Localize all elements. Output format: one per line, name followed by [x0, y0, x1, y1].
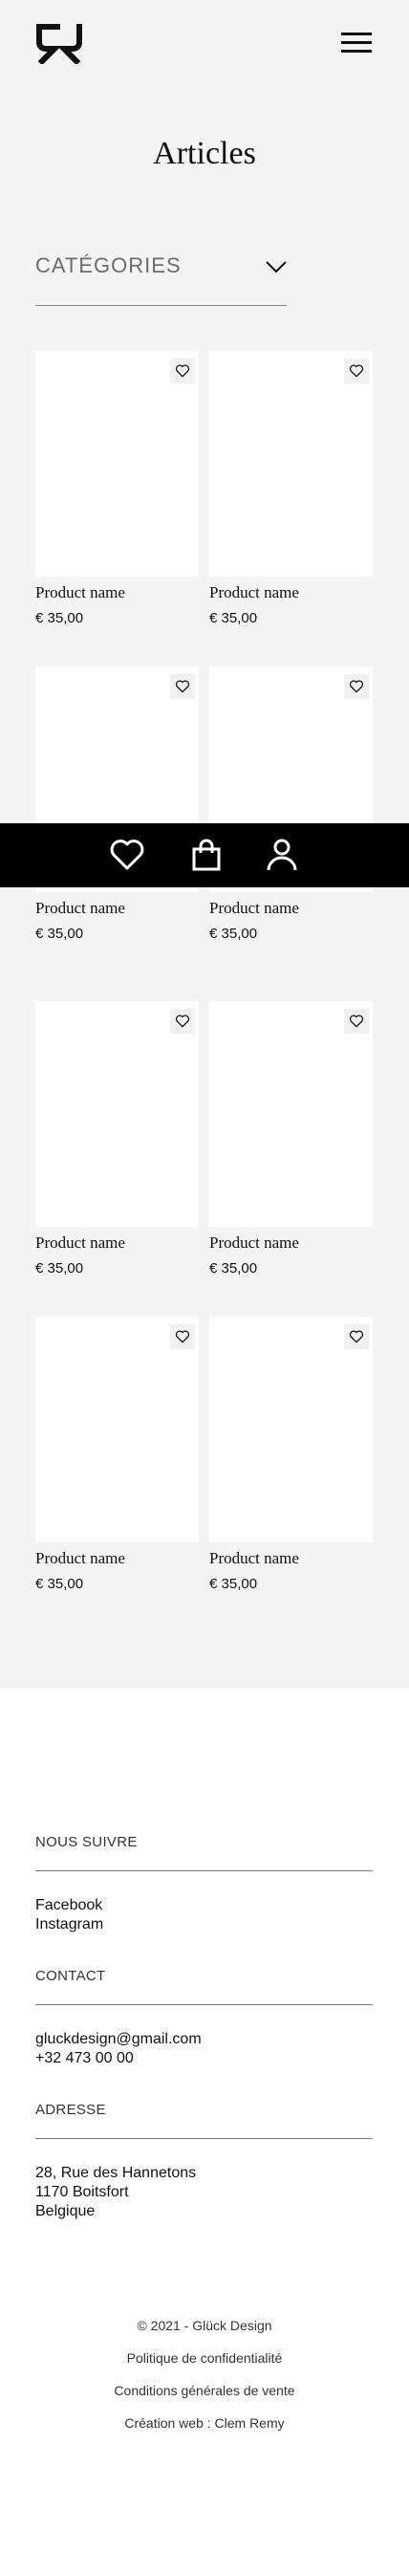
copyright: © 2021 - Glück Design: [137, 2318, 272, 2333]
favorite-button[interactable]: [344, 1324, 369, 1349]
heart-icon: [349, 680, 364, 693]
divider: [35, 2004, 373, 2005]
product-name[interactable]: Product name: [209, 1549, 299, 1568]
product-price: € 35,00: [35, 926, 84, 942]
heart-icon: [349, 1330, 364, 1343]
product-price: € 35,00: [35, 1260, 84, 1277]
favorite-button[interactable]: [344, 1009, 369, 1034]
menu-line: [341, 41, 372, 44]
page-title: Articles: [153, 136, 256, 171]
user-icon[interactable]: [266, 838, 298, 872]
product-image[interactable]: [209, 1317, 373, 1542]
favorite-button[interactable]: [344, 674, 369, 699]
categories-dropdown[interactable]: CATÉGORIES: [35, 251, 287, 306]
heart-icon: [349, 1015, 364, 1028]
bottom-nav-bar: [0, 823, 409, 887]
product-name[interactable]: Product name: [35, 1233, 125, 1253]
menu-line: [341, 50, 372, 53]
menu-line: [341, 33, 372, 35]
menu-button[interactable]: [339, 28, 374, 56]
email-link[interactable]: gluckdesign@gmail.com: [35, 2030, 202, 2049]
product-image[interactable]: [209, 351, 373, 577]
product-price: € 35,00: [209, 1260, 258, 1277]
favorite-button[interactable]: [170, 359, 195, 383]
heart-icon: [175, 364, 190, 378]
product-name[interactable]: Product name: [209, 1233, 299, 1253]
facebook-link[interactable]: Facebook: [35, 1896, 102, 1915]
product-price: € 35,00: [209, 926, 258, 942]
privacy-link[interactable]: Politique de confidentialité: [0, 2350, 409, 2366]
shopping-bag-icon[interactable]: [191, 838, 222, 872]
favorite-button[interactable]: [344, 359, 369, 383]
divider: [35, 1870, 373, 1871]
product-price: € 35,00: [209, 610, 258, 626]
terms-link[interactable]: Conditions générales de vente: [0, 2383, 409, 2398]
heart-icon: [175, 680, 190, 693]
address-line: 28, Rue des Hannetons: [35, 2165, 197, 2181]
divider: [35, 2138, 373, 2139]
credit-link[interactable]: Création web : Clem Remy: [0, 2415, 409, 2431]
site-header: [0, 0, 409, 86]
product-image[interactable]: [209, 1001, 373, 1227]
product-image[interactable]: [35, 1317, 199, 1542]
product-price: € 35,00: [35, 610, 84, 626]
address-heading: ADRESSE: [35, 2102, 106, 2118]
product-name[interactable]: Product name: [35, 1549, 125, 1568]
product-price: € 35,00: [209, 1576, 258, 1592]
product-name[interactable]: Product name: [209, 583, 299, 602]
product-image[interactable]: [35, 1001, 199, 1227]
heart-icon[interactable]: [109, 838, 145, 872]
follow-heading: NOUS SUIVRE: [35, 1834, 138, 1850]
product-name[interactable]: Product name: [209, 899, 299, 918]
instagram-link[interactable]: Instagram: [35, 1915, 103, 1934]
favorite-button[interactable]: [170, 1009, 195, 1034]
product-name[interactable]: Product name: [35, 583, 125, 602]
heart-icon: [175, 1015, 190, 1028]
categories-label: CATÉGORIES: [35, 253, 182, 277]
favorite-button[interactable]: [170, 674, 195, 699]
heart-icon: [175, 1330, 190, 1343]
product-image[interactable]: [35, 351, 199, 577]
product-name[interactable]: Product name: [35, 899, 125, 918]
chevron-down-icon: [266, 261, 287, 273]
address-line: Belgique: [35, 2203, 96, 2219]
product-price: € 35,00: [35, 1576, 84, 1592]
heart-icon: [349, 364, 364, 378]
phone-link[interactable]: +32 473 00 00: [35, 2049, 134, 2068]
favorite-button[interactable]: [170, 1324, 195, 1349]
address-line: 1170 Boitsfort: [35, 2184, 129, 2200]
logo[interactable]: [35, 24, 83, 64]
contact-heading: CONTACT: [35, 1968, 106, 1984]
